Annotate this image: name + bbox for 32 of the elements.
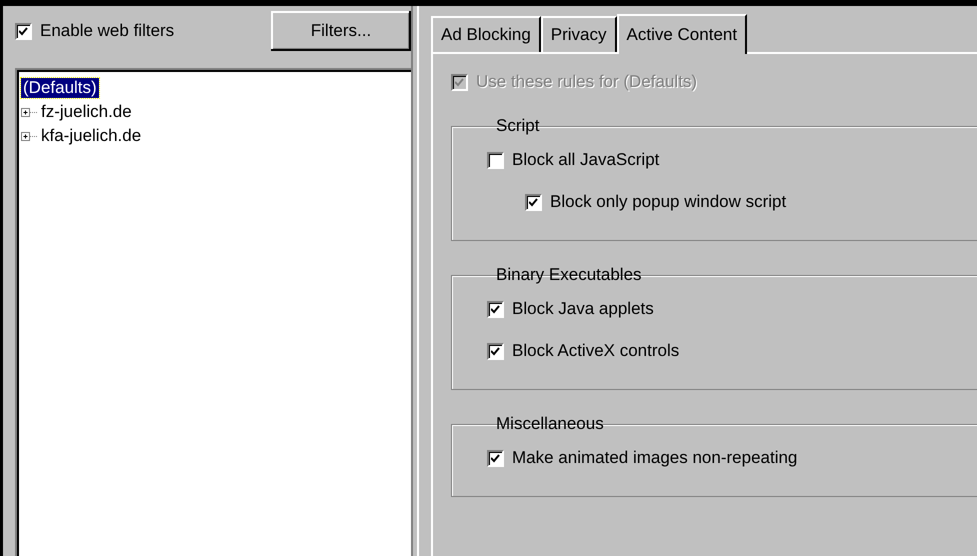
- group-title: Script: [495, 116, 540, 136]
- check-icon: [491, 454, 500, 462]
- checkbox[interactable]: [525, 194, 542, 210]
- splitter-bar[interactable]: [411, 6, 419, 556]
- tree-item[interactable]: fz-juelich.de: [39, 102, 134, 122]
- checkbox-label: Block only popup window script: [550, 192, 786, 212]
- tree-item[interactable]: (Defaults): [21, 78, 99, 98]
- check-icon: [19, 26, 28, 36]
- group-title: Miscellaneous: [495, 414, 605, 434]
- expand-icon[interactable]: [21, 106, 39, 118]
- checkbox-label: Block Java applets: [512, 299, 654, 319]
- expand-icon[interactable]: [21, 130, 39, 142]
- checkbox-label: Block all JavaScript: [512, 150, 660, 170]
- tab[interactable]: Active Content: [616, 14, 748, 54]
- tab[interactable]: Ad Blocking: [431, 16, 541, 52]
- checkbox[interactable]: [487, 450, 504, 466]
- tab[interactable]: Privacy: [540, 16, 617, 52]
- check-icon: [455, 78, 464, 86]
- checkbox-label: Enable web filters: [40, 21, 174, 41]
- group-title: Binary Executables: [495, 265, 643, 285]
- check-icon: [491, 346, 500, 356]
- filters-button[interactable]: Filters...: [271, 11, 411, 51]
- checkbox-label: Use these rules for (Defaults): [476, 72, 698, 92]
- checkbox[interactable]: [15, 22, 32, 40]
- tree-item[interactable]: kfa-juelich.de: [39, 126, 144, 146]
- checkbox-label: Make animated images non-repeating: [512, 448, 798, 468]
- checkbox-label: Block ActiveX controls: [512, 341, 680, 361]
- checkbox[interactable]: [487, 152, 504, 168]
- check-icon: [491, 304, 500, 314]
- check-icon: [529, 198, 538, 206]
- checkbox[interactable]: [487, 300, 504, 318]
- checkbox[interactable]: [487, 342, 504, 360]
